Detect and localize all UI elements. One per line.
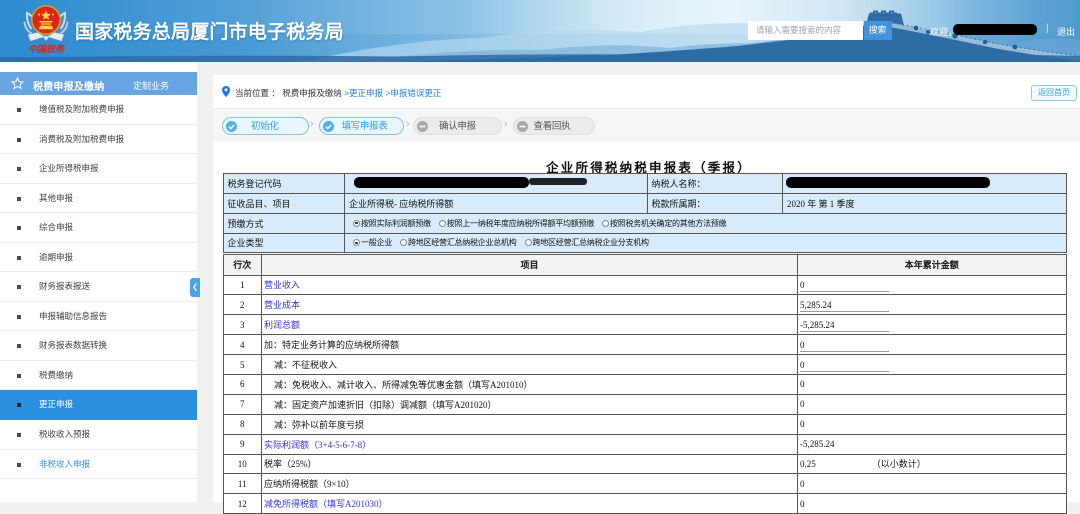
- svg-text:中国税务: 中国税务: [28, 44, 66, 54]
